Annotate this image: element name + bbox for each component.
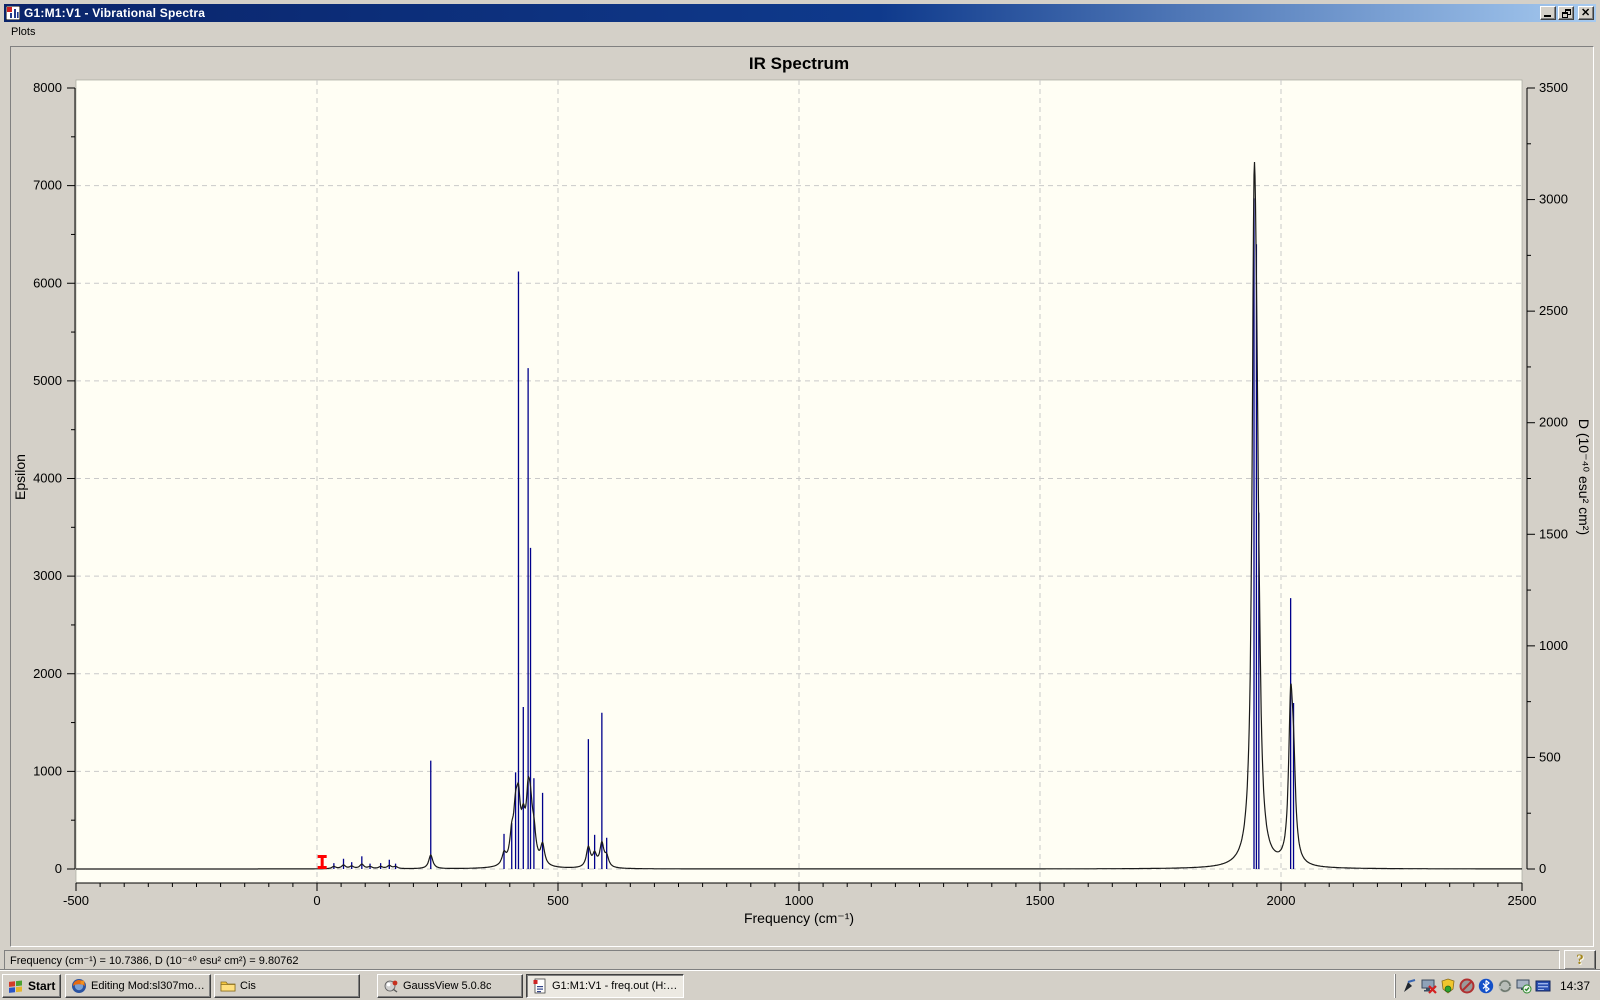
svg-text:3000: 3000	[33, 568, 62, 583]
minimize-button[interactable]	[1540, 6, 1556, 20]
taskbar-button-label: Editing Mod:sl307module...	[91, 979, 205, 992]
svg-text:0: 0	[1539, 861, 1546, 876]
svg-text:1500: 1500	[1539, 526, 1568, 541]
taskbar-button-label: Cis	[240, 979, 256, 992]
status-bar: Frequency (cm⁻¹) = 10.7386, D (10⁻⁴⁰ esu…	[4, 950, 1596, 970]
vibrational-spectra-window: G1:M1:V1 - Vibrational Spectra ✕ Plots 0…	[0, 0, 1600, 970]
window-title: G1:M1:V1 - Vibrational Spectra	[24, 6, 206, 20]
svg-text:8000: 8000	[33, 80, 62, 95]
restore-button[interactable]	[1558, 6, 1574, 20]
svg-text:7000: 7000	[33, 178, 62, 193]
chart-panel: 0 1000 2000 3000 4000 5000 6000 7000 8000 0 500 100…	[10, 46, 1594, 947]
system-tray: 14:37	[1394, 973, 1598, 998]
swirl-network-icon[interactable]	[1497, 978, 1513, 994]
start-label: Start	[28, 978, 56, 993]
svg-text:3500: 3500	[1539, 80, 1568, 95]
bluetooth-icon[interactable]	[1478, 978, 1494, 994]
pen-pointer-icon[interactable]	[1402, 978, 1418, 994]
svg-text:5000: 5000	[33, 373, 62, 388]
svg-text:2000: 2000	[1539, 415, 1568, 430]
svg-text:1000: 1000	[33, 763, 62, 778]
close-icon: ✕	[1581, 7, 1591, 19]
blocked-status-icon[interactable]	[1459, 978, 1475, 994]
start-button[interactable]: Start	[2, 973, 61, 998]
svg-text:1000: 1000	[1539, 638, 1568, 653]
taskbar-clock[interactable]: 14:37	[1554, 979, 1598, 993]
ir-spectrum-chart[interactable]: 0100020003000400050006000700080000500100…	[11, 47, 1593, 946]
firefox-icon	[72, 978, 86, 993]
left-axis-title: Epsilon	[12, 454, 28, 500]
svg-text:0: 0	[55, 861, 62, 876]
svg-text:2000: 2000	[33, 666, 62, 681]
security-shield-icon[interactable]	[1440, 978, 1456, 994]
right-axis-title: D (10⁻⁴⁰ esu² cm²)	[1576, 419, 1592, 535]
taskbar-button-freq-out[interactable]: G1:M1:V1 - freq.out (H:/...	[526, 973, 684, 998]
x-axis-title: Frequency (cm⁻¹)	[744, 910, 854, 926]
taskbar-button-cis-folder[interactable]: Cis	[214, 973, 360, 998]
svg-text:0: 0	[313, 893, 320, 908]
taskbar-button-firefox[interactable]: Editing Mod:sl307module...	[65, 973, 211, 998]
menu-plots[interactable]: Plots	[4, 24, 42, 40]
svg-text:-500: -500	[63, 893, 89, 908]
svg-text:2000: 2000	[1267, 893, 1296, 908]
spectra-window-icon	[6, 6, 20, 20]
status-readout: Frequency (cm⁻¹) = 10.7386, D (10⁻⁴⁰ esu…	[4, 950, 1560, 970]
folder-icon	[220, 981, 236, 991]
svg-text:500: 500	[1539, 749, 1561, 764]
windows-logo-icon	[9, 980, 22, 993]
menu-bar: Plots	[4, 22, 1596, 41]
help-button[interactable]: ?	[1564, 950, 1596, 970]
svg-text:500: 500	[547, 893, 569, 908]
language-keyboard-icon[interactable]	[1535, 978, 1551, 994]
taskbar: Start Editing Mod:sl307module... Cis Gau…	[0, 970, 1600, 1000]
display-ok-icon[interactable]	[1516, 978, 1532, 994]
svg-text:2500: 2500	[1508, 893, 1537, 908]
title-bar[interactable]: G1:M1:V1 - Vibrational Spectra ✕	[4, 4, 1596, 22]
svg-text:4000: 4000	[33, 471, 62, 486]
taskbar-button-gaussview[interactable]: GaussView 5.0.8c	[377, 973, 523, 998]
svg-text:3000: 3000	[1539, 192, 1568, 207]
taskbar-button-label: G1:M1:V1 - freq.out (H:/...	[552, 979, 678, 992]
svg-text:1500: 1500	[1026, 893, 1055, 908]
close-button[interactable]: ✕	[1578, 6, 1594, 20]
minimize-icon	[1544, 15, 1551, 17]
svg-text:6000: 6000	[33, 275, 62, 290]
svg-text:2500: 2500	[1539, 303, 1568, 318]
document-icon	[533, 978, 546, 993]
gaussview-icon	[384, 980, 398, 993]
chart-title: IR Spectrum	[749, 54, 849, 73]
display-error-icon[interactable]	[1421, 978, 1437, 994]
taskbar-button-label: GaussView 5.0.8c	[403, 979, 492, 992]
svg-text:1000: 1000	[785, 893, 814, 908]
